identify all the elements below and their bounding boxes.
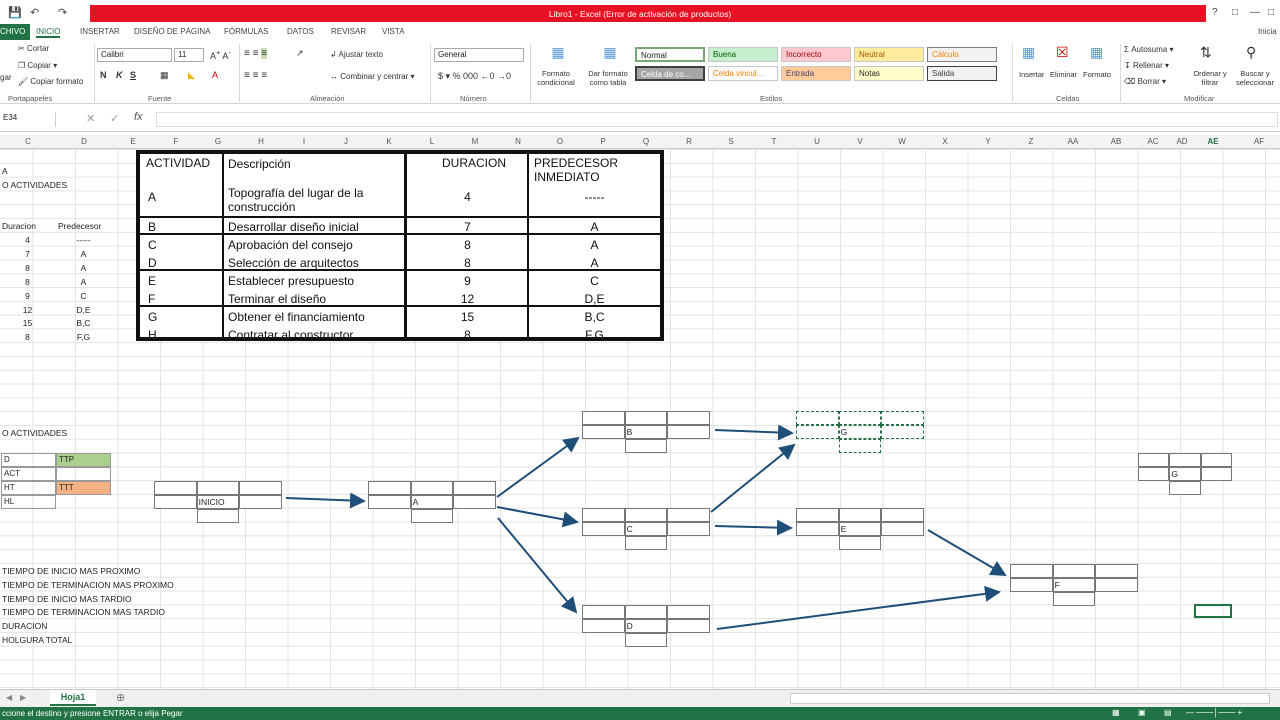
node-cell: [838, 411, 882, 425]
node-label: G: [840, 427, 848, 437]
node-cell: [1200, 453, 1232, 467]
node-cell: [1169, 481, 1201, 495]
node-cell: [1010, 564, 1053, 578]
node-cell: [154, 495, 197, 509]
node-cell: [1052, 592, 1096, 606]
node-label: G: [1171, 469, 1178, 479]
page-layout-icon[interactable]: ▣: [1138, 708, 1146, 717]
network-node[interactable]: B: [582, 411, 710, 466]
node-cell: [582, 411, 625, 425]
node-label: D: [626, 621, 633, 631]
node-cell: [582, 508, 625, 522]
node-label: E: [840, 524, 847, 534]
arrow-b-g: [714, 424, 794, 441]
node-cell: [368, 481, 411, 495]
node-cell: [796, 522, 839, 536]
arrow-e-f: [927, 529, 1007, 577]
network-node[interactable]: A: [368, 481, 496, 536]
node-cell: [624, 439, 668, 453]
network-node[interactable]: G: [1138, 453, 1232, 508]
node-label: A: [412, 497, 419, 507]
arrow-a-c: [496, 506, 579, 528]
arrow-c-g: [710, 443, 796, 513]
node-cell: [796, 508, 839, 522]
arrow-inicio-a: [285, 492, 366, 509]
node-cell: [667, 411, 710, 425]
node-cell: [239, 481, 282, 495]
add-sheet-icon[interactable]: ⊕: [116, 691, 125, 704]
node-cell: [838, 508, 882, 522]
node-cell: [796, 411, 839, 425]
node-cell: [154, 481, 197, 495]
node-cell: [368, 495, 411, 509]
node-cell: [624, 508, 668, 522]
node-cell: [582, 425, 625, 439]
node-cell: [838, 439, 882, 453]
node-cell: [196, 509, 240, 523]
node-cell: [881, 508, 924, 522]
network-node[interactable]: INICIO: [154, 481, 282, 536]
arrow-c-e: [714, 519, 793, 536]
zoom-slider[interactable]: — ───│─── +: [1186, 708, 1242, 717]
normal-view-icon[interactable]: ▦: [1112, 708, 1120, 717]
node-cell: [196, 481, 240, 495]
node-cell: [582, 605, 625, 619]
status-text: ccione el destino y presione ENTRAR o el…: [2, 709, 183, 718]
node-cell: [624, 411, 668, 425]
arrow-d-f: [716, 585, 1001, 630]
node-cell: [881, 425, 924, 439]
node-cell: [453, 481, 496, 495]
arrow-a-d: [497, 517, 578, 614]
node-cell: [1095, 578, 1138, 592]
node-cell: [453, 495, 496, 509]
node-label: INICIO: [198, 497, 225, 507]
network-node[interactable]: E: [796, 508, 924, 563]
node-cell: [1010, 578, 1053, 592]
node-cell: [838, 536, 882, 550]
node-cell: [624, 536, 668, 550]
next-sheet-icon[interactable]: ▶: [20, 693, 26, 702]
selected-cell[interactable]: [1194, 604, 1232, 618]
node-cell: [667, 605, 710, 619]
sheet-tab-hoja1[interactable]: Hoja1: [50, 690, 96, 706]
network-node[interactable]: G: [796, 411, 924, 466]
node-cell: [1095, 564, 1138, 578]
arrow-a-b: [496, 436, 580, 498]
network-node[interactable]: D: [582, 605, 710, 660]
node-cell: [624, 605, 668, 619]
node-cell: [1052, 564, 1096, 578]
node-cell: [1169, 453, 1201, 467]
node-cell: [1138, 453, 1170, 467]
prev-sheet-icon[interactable]: ◀: [6, 693, 12, 702]
node-cell: [667, 522, 710, 536]
node-cell: [624, 633, 668, 647]
node-cell: [582, 522, 625, 536]
node-label: C: [626, 524, 633, 534]
node-cell: [582, 619, 625, 633]
node-cell: [1138, 467, 1170, 481]
node-cell: [1200, 467, 1232, 481]
network-node[interactable]: C: [582, 508, 710, 563]
node-cell: [667, 425, 710, 439]
sheet-tabs-bar: ◀ ▶ Hoja1 ⊕: [0, 689, 1280, 707]
node-cell: [239, 495, 282, 509]
page-break-icon[interactable]: ▤: [1164, 708, 1172, 717]
status-bar: ccione el destino y presione ENTRAR o el…: [0, 707, 1280, 720]
node-cell: [881, 411, 924, 425]
node-label: F: [1054, 580, 1060, 590]
node-cell: [667, 508, 710, 522]
node-label: B: [626, 427, 633, 437]
node-cell: [410, 481, 454, 495]
horizontal-scrollbar[interactable]: [790, 693, 1270, 704]
node-cell: [881, 522, 924, 536]
network-node[interactable]: F: [1010, 564, 1138, 619]
node-cell: [667, 619, 710, 633]
node-cell: [796, 425, 839, 439]
node-cell: [410, 509, 454, 523]
